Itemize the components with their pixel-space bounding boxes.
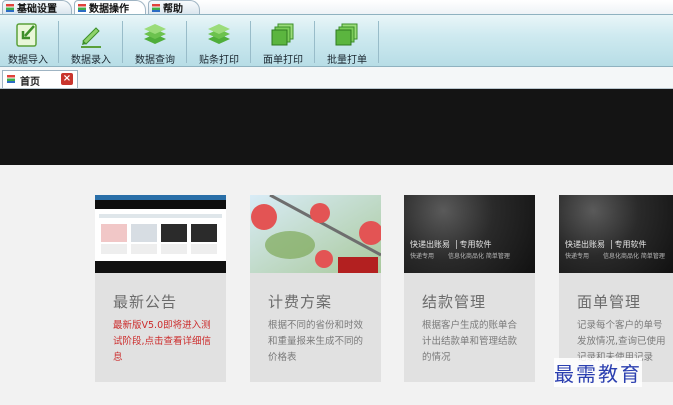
- stack-icon: [208, 24, 230, 44]
- label-print-button[interactable]: 贴条打印: [192, 15, 246, 67]
- card-thumbnail-screenshot: [95, 195, 226, 273]
- tool-label: 批量打单: [327, 55, 367, 66]
- batch-print-button[interactable]: 批量打单: [320, 15, 374, 67]
- tool-label: 面单打印: [263, 55, 303, 66]
- thumb-line: 信息化商品化 简单管理: [602, 253, 665, 260]
- toolbar: 数据导入 数据录入 数据查询 贴条打印 面单打印 批量打单: [0, 14, 673, 67]
- menu-bar: 基础设置 数据操作 帮助: [0, 0, 673, 15]
- app-grid-icon: [78, 4, 86, 12]
- app-grid-icon: [7, 75, 15, 83]
- card-title: 结款管理: [422, 293, 487, 311]
- tool-label: 数据录入: [71, 55, 111, 66]
- card-description: 根据不同的省份和时效和重量报来生成不同的价格表: [268, 320, 364, 363]
- menu-tab-help[interactable]: 帮助: [148, 0, 200, 15]
- menu-tab-data-operations[interactable]: 数据操作: [74, 0, 146, 15]
- card-settlement-management[interactable]: 快递出账易 专用软件 快递专用 信息化商品化 简单管理 结款管理 根据客户生成的…: [404, 195, 535, 382]
- waybill-print-button[interactable]: 面单打印: [256, 15, 310, 67]
- hero-banner: [0, 89, 673, 165]
- card-description: 根据客户生成的账单合计出结款单和管理结款的情况: [422, 320, 518, 363]
- tool-label: 数据导入: [8, 55, 48, 66]
- card-title: 面单管理: [577, 293, 642, 311]
- pages-icon: [271, 23, 294, 46]
- tool-label: 数据查询: [135, 55, 175, 66]
- card-thumbnail-banner: 快递出账易 专用软件 快递专用 信息化商品化 简单管理: [404, 195, 535, 273]
- card-waybill-management[interactable]: 快递出账易 专用软件 快递专用 信息化商品化 简单管理 面单管理 记录每个客户的…: [559, 195, 673, 382]
- thumb-title: 快递出账易: [410, 240, 450, 249]
- menu-tab-label: 帮助: [163, 4, 183, 15]
- thumb-title: 快递出账易: [565, 240, 605, 249]
- thumb-subtitle: 专用软件: [610, 240, 647, 249]
- card-announcement[interactable]: 最新公告 最新版V5.0即将进入测试阶段,点击查看详细信息: [95, 195, 226, 382]
- tool-label: 贴条打印: [199, 55, 239, 66]
- app-grid-icon: [152, 4, 160, 12]
- card-title: 计费方案: [268, 293, 333, 311]
- tab-home[interactable]: 首页 ×: [2, 70, 78, 88]
- watermark-logo: 最需教育: [554, 358, 642, 387]
- close-icon[interactable]: ×: [61, 73, 73, 85]
- thumb-subtitle: 专用软件: [455, 240, 492, 249]
- thumb-small: 快递专用: [565, 253, 590, 260]
- app-grid-icon: [6, 4, 14, 12]
- thumb-line: 信息化商品化 简单管理: [447, 253, 510, 260]
- document-tab-strip: 首页 ×: [0, 67, 673, 89]
- import-icon: [16, 23, 37, 47]
- card-description: 最新版V5.0即将进入测试阶段,点击查看详细信息: [113, 320, 212, 363]
- data-entry-button[interactable]: 数据录入: [64, 15, 118, 67]
- menu-tab-basic-settings[interactable]: 基础设置: [2, 0, 72, 15]
- card-thumbnail-photo: [250, 195, 381, 273]
- menu-tab-label: 基础设置: [17, 4, 57, 15]
- pencil-icon: [81, 27, 101, 48]
- pages-icon: [335, 23, 358, 46]
- data-import-button[interactable]: 数据导入: [1, 15, 55, 67]
- card-billing-plan[interactable]: 计费方案 根据不同的省份和时效和重量报来生成不同的价格表: [250, 195, 381, 382]
- menu-tab-label: 数据操作: [89, 4, 129, 15]
- tab-home-label: 首页: [20, 77, 40, 88]
- stack-icon: [144, 24, 166, 44]
- card-thumbnail-banner: 快递出账易 专用软件 快递专用 信息化商品化 简单管理: [559, 195, 673, 273]
- toolbar-divider: [378, 21, 379, 63]
- thumb-small: 快递专用: [410, 253, 435, 260]
- data-query-button[interactable]: 数据查询: [128, 15, 182, 67]
- card-title: 最新公告: [113, 293, 178, 311]
